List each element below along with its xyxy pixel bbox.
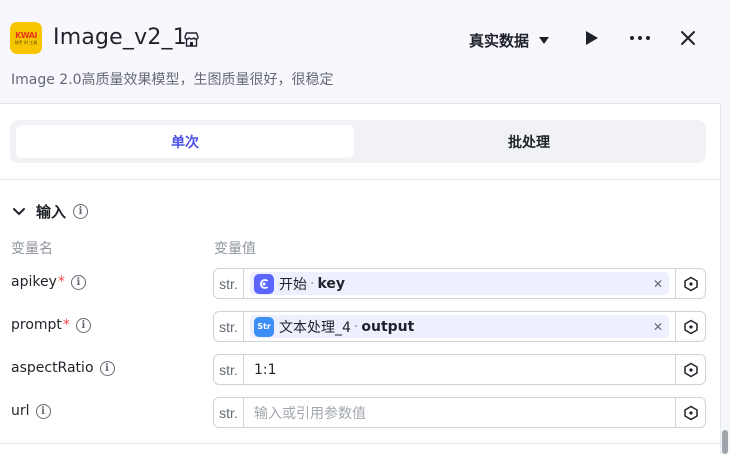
- node-settings-panel: KWAI 快手 AI 工具 Image_v2_1 真实数据 Image 2.0高…: [0, 0, 721, 454]
- tab-batch[interactable]: 批处理: [360, 125, 698, 158]
- node-title[interactable]: Image_v2_1: [53, 25, 187, 50]
- kwai-logo: KWAI 快手 AI 工具: [10, 22, 42, 54]
- variable-picker-icon: [683, 405, 698, 420]
- variable-ref-chip[interactable]: 开始 · key ✕: [250, 272, 669, 295]
- chevron-down-icon: [13, 207, 25, 215]
- close-icon: [681, 31, 695, 45]
- variable-picker-icon: [683, 276, 698, 291]
- param-input-placeholder[interactable]: 输入或引用参数值: [250, 403, 366, 423]
- panel-header: KWAI 快手 AI 工具 Image_v2_1 真实数据 Image 2.0高…: [0, 0, 721, 104]
- close-button[interactable]: [676, 26, 700, 50]
- tab-single[interactable]: 单次: [16, 125, 354, 158]
- section-title: 输入: [36, 203, 67, 221]
- chevron-down-icon: [539, 37, 550, 44]
- info-icon[interactable]: i: [70, 274, 86, 290]
- scrollbar-thumb[interactable]: [722, 430, 728, 454]
- variable-ref-chip[interactable]: Str 文本处理_4 · output ✕: [250, 315, 669, 338]
- node-description: Image 2.0高质量效果模型，生图质量很好，很稳定: [11, 72, 334, 88]
- clear-icon[interactable]: ✕: [653, 320, 665, 334]
- required-mark: *: [62, 317, 70, 333]
- info-icon[interactable]: i: [35, 403, 51, 419]
- input-section-header[interactable]: 输入 i: [12, 201, 89, 222]
- param-label-url: url i: [11, 403, 51, 419]
- more-icon: [630, 36, 650, 40]
- clear-icon[interactable]: ✕: [653, 277, 665, 291]
- info-icon[interactable]: i: [73, 204, 89, 219]
- param-label-apikey: apikey * i: [11, 274, 86, 290]
- run-button[interactable]: [580, 26, 604, 50]
- text-process-node-icon: Str: [254, 316, 274, 337]
- param-field-prompt[interactable]: str. Str 文本处理_4 · output ✕: [213, 311, 706, 342]
- divider: [0, 443, 721, 444]
- store-icon[interactable]: [183, 31, 200, 48]
- info-icon[interactable]: i: [99, 360, 115, 376]
- param-field-url[interactable]: str. 输入或引用参数值: [213, 397, 706, 428]
- variable-picker-button[interactable]: [675, 355, 705, 384]
- param-label-aspectratio: aspectRatio i: [11, 360, 115, 376]
- data-mode-select[interactable]: 真实数据: [469, 30, 550, 51]
- run-mode-tabs: 单次 批处理: [10, 120, 706, 163]
- param-field-aspectratio[interactable]: str. 1:1: [213, 354, 706, 385]
- more-button[interactable]: [628, 26, 652, 50]
- type-badge: str.: [214, 269, 244, 298]
- column-header-name: 变量名: [11, 241, 53, 257]
- type-badge: str.: [214, 312, 244, 341]
- param-value[interactable]: 1:1: [250, 362, 277, 378]
- start-node-icon: [254, 273, 274, 294]
- variable-picker-button[interactable]: [675, 312, 705, 341]
- play-icon: [586, 31, 598, 45]
- column-header-value: 变量值: [214, 241, 256, 257]
- required-mark: *: [57, 274, 65, 290]
- type-badge: str.: [214, 355, 244, 384]
- param-field-apikey[interactable]: str. 开始 · key ✕: [213, 268, 706, 299]
- info-icon[interactable]: i: [75, 317, 91, 333]
- scrollbar-track[interactable]: [721, 0, 730, 454]
- variable-picker-button[interactable]: [675, 269, 705, 298]
- param-label-prompt: prompt * i: [11, 317, 91, 333]
- variable-picker-button[interactable]: [675, 398, 705, 427]
- variable-picker-icon: [683, 362, 698, 377]
- divider: [0, 179, 721, 180]
- type-badge: str.: [214, 398, 244, 427]
- variable-picker-icon: [683, 319, 698, 334]
